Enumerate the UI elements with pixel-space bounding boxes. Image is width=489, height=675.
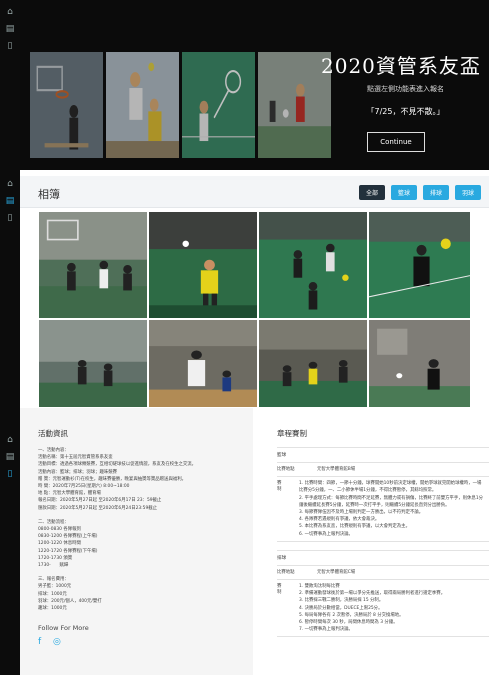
info-line: 1730- 賦歸: [38, 563, 69, 569]
info-line: 時 間：2020年7月25日(星期六) 8:00~18:00: [38, 484, 130, 490]
photo-grid: [38, 211, 471, 408]
continue-button[interactable]: Continue: [367, 132, 425, 152]
gallery-photo[interactable]: [38, 319, 148, 408]
rules-panel: 章程賽制 籃球 比賽地點 元智大學體育館B場 賽 制 1. 比賽時間：四節，一節…: [253, 408, 489, 675]
social-links: f ◎: [38, 638, 253, 647]
gallery-photo[interactable]: [148, 211, 258, 319]
info-line: 1720-1730 頒獎: [38, 555, 73, 561]
info-line: 地 點：元智大學體育館，體育場: [38, 491, 101, 497]
hero-section: 2020資管系友盃 點選左側功能表進入報名 「7/25，不見不散。」 Conti…: [20, 0, 489, 170]
gallery-photo[interactable]: [38, 211, 148, 319]
venue-label: 比賽地點: [277, 569, 295, 575]
volleyball-rules: 排球 比賽地點 元智大學體育館C場 賽 制 1. 雙敗淘汰制每比賽 2. 準備運…: [277, 549, 489, 638]
filter-all-button[interactable]: 全部: [358, 185, 385, 200]
instagram-icon[interactable]: ◎: [53, 638, 62, 647]
info-section: 活動資訊 一、活動內容： 活動名稱：第十五屆元智資管系系友盃 活動目標：透過各項球類…: [20, 408, 489, 675]
info-line: 報名日期：2020年5月27日起 至2020年6月17日 23：59截止: [38, 498, 162, 504]
gallery-title: 相簿: [38, 188, 60, 201]
gallery-icon[interactable]: ▤: [0, 21, 20, 38]
event-schedule: 二、活動流程： 0800-0830 各隊報到 0830-1200 各隊賽程(上午場)…: [38, 519, 253, 569]
filter-badminton-button[interactable]: 羽球: [454, 185, 481, 200]
venue-value: 元智大學體育館B場: [317, 467, 356, 472]
info-line: 羽球：200元/個人，400元/雙打: [38, 598, 102, 604]
sidebar-hero: ⌂ ▤ ▯: [0, 0, 20, 170]
basketball-rules: 籃球 比賽地點 元智大學體育館B場 賽 制 1. 比賽時間：四節，一節十分鐘，球…: [277, 447, 489, 542]
gallery-photo[interactable]: [148, 319, 258, 408]
rules-heading: 章程賽制: [277, 429, 307, 438]
event-info: 活動資訊 一、活動內容： 活動名稱：第十五屆元智資管系系友盃 活動目標：透過各項球類…: [20, 408, 253, 675]
sidebar-info: ⌂ ▤ ▯: [0, 408, 20, 675]
hero-title: 2020資管系友盃: [321, 54, 481, 78]
volleyball-rules-title: 排球: [277, 551, 489, 566]
rule-label: 賽 制: [277, 481, 282, 493]
info-line: 匯款日期：2020年5月27日起 至2020年6月24日23:59截止: [38, 505, 158, 511]
info-line: 1220-1720 各隊賽程(下午場): [38, 548, 98, 554]
rule-text: 1. 雙敗淘汰制每比賽 2. 準備運動發球後於第一場以爭分先推送，取得兩局勝利者…: [299, 584, 446, 633]
info-line: 三、報名費用：: [38, 577, 69, 583]
gallery-icon[interactable]: ▤: [0, 449, 20, 466]
home-icon[interactable]: ⌂: [0, 176, 20, 193]
info-line: 活動目標：透過各項球類競賽，互相切磋球技以促進情誼，系友及在校生之交流。: [38, 462, 197, 468]
hero-subtitle: 點選左側功能表進入報名: [367, 85, 444, 93]
gallery-photo[interactable]: [368, 211, 471, 319]
venue-value: 元智大學體育館C場: [317, 569, 356, 575]
document-icon[interactable]: ▯: [0, 466, 20, 483]
event-content: 一、活動內容： 活動名稱：第十五屆元智資管系系友盃 活動目標：透過各項球類競賽，互相…: [38, 447, 253, 512]
home-icon[interactable]: ⌂: [0, 4, 20, 21]
basketball-rules-title: 籃球: [277, 448, 489, 463]
gallery-photo[interactable]: [368, 319, 471, 408]
hero-collage: [30, 52, 331, 158]
gallery-header: 相簿 全部 籃球 排球 羽球: [20, 176, 489, 208]
document-icon[interactable]: ▯: [0, 38, 20, 55]
info-line: 活動內容：籃球；排球；羽球；趣味競賽: [38, 469, 118, 475]
info-line: 男子籃：1000元: [38, 584, 72, 590]
facebook-icon[interactable]: f: [38, 638, 47, 647]
hero-date: 「7/25，不見不散。」: [366, 107, 445, 116]
gallery-filters: 全部 籃球 排球 羽球: [358, 185, 481, 200]
venue-label: 比賽地點: [277, 467, 295, 472]
hero-photo: [182, 52, 255, 158]
info-line: 0800-0830 各隊報到: [38, 527, 81, 533]
info-line: 一、活動內容：: [38, 448, 69, 453]
event-fees: 三、報名費用： 男子籃：1000元 排球：1000元 羽球：200元/個人，400元/…: [38, 576, 253, 612]
sidebar-gallery: ⌂ ▤ ▯: [0, 170, 20, 408]
rule-label: 賽 制: [277, 584, 282, 596]
gallery-photo[interactable]: [258, 211, 368, 319]
document-icon[interactable]: ▯: [0, 210, 20, 227]
gallery-icon[interactable]: ▤: [0, 193, 20, 210]
info-line: 活動名稱：第十五屆元智資管系系友盃: [38, 455, 113, 461]
info-line: 排球：1000元: [38, 591, 67, 597]
info-line: 二、活動流程：: [38, 519, 69, 525]
hero-photo: [106, 52, 179, 158]
info-line: 趣球：1000元: [38, 606, 67, 612]
filter-basketball-button[interactable]: 籃球: [390, 185, 417, 200]
gallery-photo[interactable]: [258, 319, 368, 408]
info-line: 0830-1200 各隊賽程(上午場): [38, 534, 98, 540]
gallery-section: 相簿 全部 籃球 排球 羽球: [20, 170, 489, 408]
info-line: 1200-1220 休息時間: [38, 541, 81, 547]
rule-text: 1. 比賽時間：四節，一節十分鐘，球賽開始10秒前決定球權，開始爭球就完開始球權…: [299, 481, 484, 537]
home-icon[interactable]: ⌂: [0, 432, 20, 449]
event-info-heading: 活動資訊: [38, 429, 68, 438]
follow-label: Follow For More: [38, 624, 89, 633]
filter-volleyball-button[interactable]: 排球: [422, 185, 449, 200]
hero-photo: [30, 52, 103, 158]
info-line: 贈 獎：元智運動衫(T)在校生，趣味賽優勝，晚宴與抽獎等獎品贈送與福利。: [38, 476, 187, 482]
